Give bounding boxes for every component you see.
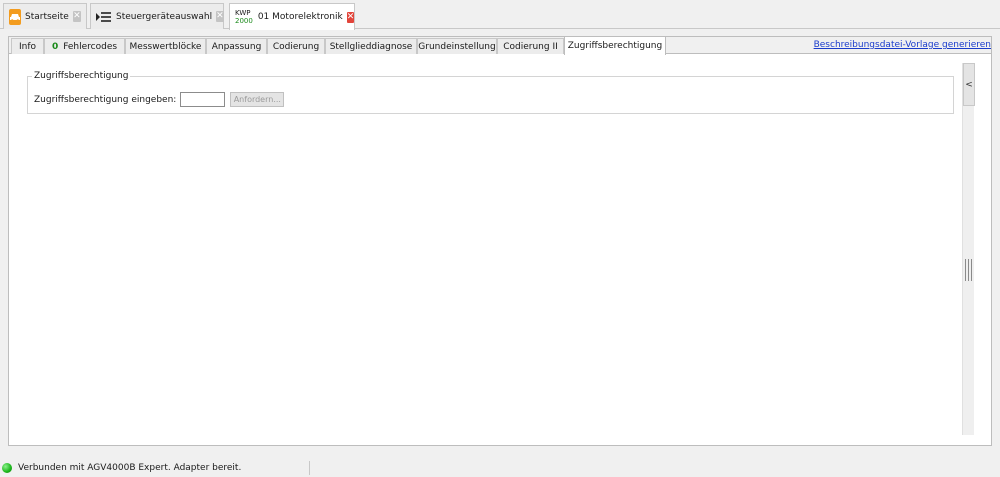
tab-label: Stellglieddiagnose: [329, 41, 413, 52]
doc-tab-steuergeraeteauswahl[interactable]: Steuergeräteauswahl ✕: [90, 3, 224, 29]
tab-stellglieddiagnose[interactable]: Stellglieddiagnose: [325, 38, 417, 54]
tab-messwertbloecke[interactable]: Messwertblöcke: [125, 38, 206, 54]
request-button[interactable]: Anfordern...: [230, 92, 285, 107]
tab-label: Codierung: [272, 41, 320, 52]
doc-tab-startseite[interactable]: Startseite ✕: [3, 3, 87, 29]
collapse-side-panel-button[interactable]: <: [963, 63, 975, 106]
connection-status-icon: [2, 463, 12, 473]
car-icon: [9, 8, 21, 25]
tab-label: Grundeinstellung: [418, 41, 496, 52]
function-tab-bar: Info 0 Fehlercodes Messwertblöcke Anpass…: [9, 36, 991, 55]
tab-label: Info: [18, 41, 37, 52]
protocol-name: KWP: [235, 9, 251, 17]
list-icon: [96, 10, 112, 24]
access-authorization-group: Zugriffsberechtigung Zugriffsberechtigun…: [27, 71, 954, 114]
access-code-label: Zugriffsberechtigung eingeben:: [34, 94, 177, 105]
tab-fehlercodes[interactable]: 0 Fehlercodes: [44, 38, 125, 54]
close-icon[interactable]: ✕: [72, 11, 81, 22]
resize-grip-icon[interactable]: [965, 259, 972, 281]
protocol-version: 2000: [235, 17, 253, 25]
fault-count-badge: 0: [51, 41, 59, 52]
doc-tab-label: Steuergeräteauswahl: [116, 11, 213, 22]
module-panel: Info 0 Fehlercodes Messwertblöcke Anpass…: [8, 36, 992, 446]
tab-label: Fehlercodes: [63, 41, 118, 52]
close-icon[interactable]: ✕: [216, 11, 224, 22]
tab-label: Messwertblöcke: [129, 41, 202, 52]
tab-anpassung[interactable]: Anpassung: [206, 38, 267, 54]
tab-zugriffsberechtigung[interactable]: Zugriffsberechtigung: [564, 36, 666, 55]
status-divider: [309, 461, 310, 475]
side-panel-strip: <: [962, 63, 975, 435]
doc-tab-motorelektronik[interactable]: KWP 2000 01 Motorelektronik ✕: [229, 3, 355, 30]
document-tab-bar: Startseite ✕ Steuergeräteauswahl ✕ KWP 2…: [0, 0, 1000, 30]
tab-info[interactable]: Info: [11, 38, 44, 54]
tab-label: Zugriffsberechtigung: [567, 41, 663, 51]
doc-tab-label: Startseite: [25, 11, 69, 22]
tab-label: Anpassung: [211, 41, 262, 52]
close-icon[interactable]: ✕: [346, 11, 355, 23]
connection-status-text: Verbunden mit AGV4000B Expert. Adapter b…: [18, 463, 242, 473]
tab-codierung-ii[interactable]: Codierung II: [497, 38, 564, 54]
doc-tab-label: 01 Motorelektronik: [257, 12, 343, 22]
tab-codierung[interactable]: Codierung: [267, 38, 325, 54]
generate-description-template-link[interactable]: Beschreibungsdatei-Vorlage generieren: [814, 40, 991, 50]
group-legend: Zugriffsberechtigung: [32, 71, 131, 81]
status-bar: Verbunden mit AGV4000B Expert. Adapter b…: [0, 459, 1000, 477]
chevron-left-icon: <: [965, 79, 973, 90]
tab-grundeinstellung[interactable]: Grundeinstellung: [417, 38, 497, 54]
access-code-input[interactable]: [180, 92, 226, 107]
tab-label: Codierung II: [503, 41, 558, 52]
protocol-badge: KWP 2000: [235, 9, 253, 25]
access-row: Zugriffsberechtigung eingeben: Anfordern…: [34, 92, 285, 107]
